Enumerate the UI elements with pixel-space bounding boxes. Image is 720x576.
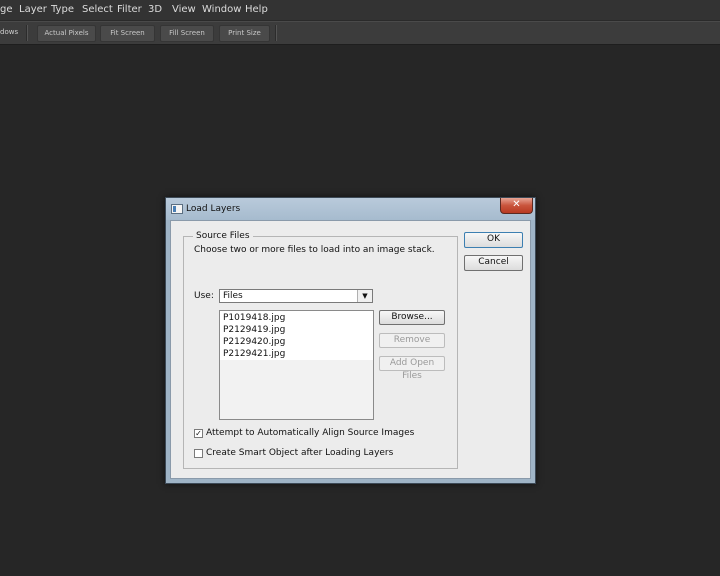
use-select-value: Files xyxy=(223,291,243,301)
browse-button[interactable]: Browse... xyxy=(379,310,445,325)
list-item[interactable]: P2129421.jpg xyxy=(223,348,285,360)
dialog-body: Source Files Choose two or more files to… xyxy=(170,220,531,479)
add-open-files-button[interactable]: Add Open Files xyxy=(379,356,445,381)
file-list-items: P1019418.jpg P2129419.jpg P2129420.jpg P… xyxy=(220,311,373,360)
menu-filter[interactable]: Filter xyxy=(117,0,142,20)
options-divider xyxy=(275,25,276,41)
menu-help[interactable]: Help xyxy=(245,0,268,20)
all-windows-label[interactable]: dows xyxy=(0,25,18,40)
menu-layer[interactable]: Layer xyxy=(19,0,47,20)
dialog-title: Load Layers xyxy=(186,204,241,214)
list-item[interactable]: P2129420.jpg xyxy=(223,336,285,348)
print-size-button[interactable]: Print Size xyxy=(219,25,270,42)
menu-bar: ge Layer Type Select Filter 3D View Wind… xyxy=(0,0,720,21)
dialog-title-bar[interactable]: Load Layers ✕ xyxy=(166,198,535,220)
menu-window[interactable]: Window xyxy=(202,0,241,20)
close-button[interactable]: ✕ xyxy=(500,198,533,214)
menu-type[interactable]: Type xyxy=(51,0,74,20)
chevron-down-icon[interactable]: ▼ xyxy=(357,290,372,302)
window-icon xyxy=(171,204,183,214)
ok-button[interactable]: OK xyxy=(464,232,523,248)
load-layers-dialog: Load Layers ✕ Source Files Choose two or… xyxy=(165,197,536,484)
file-list[interactable]: P1019418.jpg P2129419.jpg P2129420.jpg P… xyxy=(219,310,374,420)
list-item[interactable]: P1019418.jpg xyxy=(223,312,285,324)
menu-image[interactable]: ge xyxy=(0,0,13,20)
fill-screen-button[interactable]: Fill Screen xyxy=(160,25,214,42)
use-select[interactable]: Files ▼ xyxy=(219,289,373,303)
smart-object-label[interactable]: Create Smart Object after Loading Layers xyxy=(206,447,393,459)
align-checkbox[interactable]: ✓ xyxy=(194,429,203,438)
options-bar: dows Actual Pixels Fit Screen Fill Scree… xyxy=(0,21,720,45)
align-label[interactable]: Attempt to Automatically Align Source Im… xyxy=(206,427,414,439)
use-label: Use: xyxy=(194,291,214,301)
fit-screen-button[interactable]: Fit Screen xyxy=(100,25,155,42)
menu-select[interactable]: Select xyxy=(82,0,113,20)
instructions-text: Choose two or more files to load into an… xyxy=(194,245,435,255)
source-files-label: Source Files xyxy=(193,230,253,242)
smart-object-checkbox[interactable] xyxy=(194,449,203,458)
cancel-button[interactable]: Cancel xyxy=(464,255,523,271)
menu-3d[interactable]: 3D xyxy=(148,0,162,20)
actual-pixels-button[interactable]: Actual Pixels xyxy=(37,25,96,42)
remove-button[interactable]: Remove xyxy=(379,333,445,348)
options-divider xyxy=(26,25,27,41)
list-item[interactable]: P2129419.jpg xyxy=(223,324,285,336)
menu-view[interactable]: View xyxy=(172,0,196,20)
